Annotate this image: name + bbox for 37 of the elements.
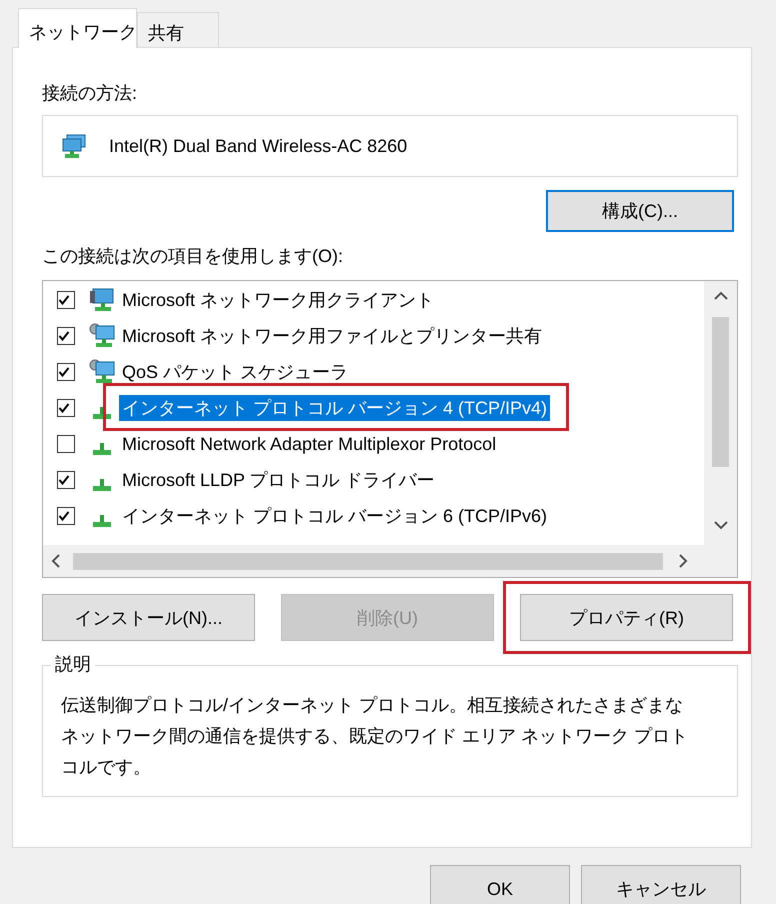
network-protocol-icon (93, 443, 111, 455)
checkbox[interactable] (57, 399, 75, 417)
cancel-button[interactable]: キャンセル (581, 865, 741, 904)
network-adapter-icon (61, 133, 87, 159)
list-item[interactable]: Microsoft ネットワーク用ファイルとプリンター共有 (119, 323, 546, 349)
adapter-name: Intel(R) Dual Band Wireless-AC 8260 (109, 136, 408, 156)
monitor-gear-icon (89, 323, 115, 349)
list-item[interactable]: Microsoft Network Adapter Multiplexor Protocol (119, 431, 500, 457)
checkbox[interactable] (57, 471, 75, 489)
ok-button[interactable]: OK (430, 865, 570, 904)
scroll-thumb[interactable] (73, 553, 663, 570)
tab[interactable]: ネットワーク (18, 8, 137, 48)
network-protocol-icon (93, 479, 111, 491)
checkbox[interactable] (57, 507, 75, 525)
checkbox[interactable] (57, 435, 75, 453)
network-protocol-icon (93, 407, 111, 419)
checkbox[interactable] (57, 291, 75, 309)
vertical-scrollbar[interactable] (704, 281, 737, 545)
monitor-icon (89, 287, 115, 313)
list-item[interactable]: インターネット プロトコル バージョン 6 (TCP/IPv6) (119, 503, 550, 529)
network-protocol-icon (93, 515, 111, 527)
list-item[interactable]: QoS パケット スケジューラ (119, 359, 352, 385)
section-label: この接続は次の項目を使用します(O): (42, 245, 343, 268)
checkbox[interactable] (57, 363, 75, 381)
configure-button[interactable]: 構成(C)... (546, 190, 734, 232)
section-label: 接続の方法: (42, 82, 138, 105)
description-text: 伝送制御プロトコル/インターネット プロトコル。相互接続されたさまざまなネットワーク間の通信を提供する、既定のワイド エリア ネットワーク プロトコルです。 (61, 694, 690, 779)
install-button[interactable]: インストール(N)... (42, 594, 255, 641)
properties-button[interactable]: プロパティ(R) (520, 594, 733, 641)
monitor-gear-icon (89, 359, 115, 385)
list-item[interactable]: インターネット プロトコル バージョン 4 (TCP/IPv4) (119, 395, 550, 421)
tab[interactable]: 共有 (137, 12, 219, 47)
horizontal-scrollbar[interactable] (43, 545, 737, 577)
list-item[interactable]: Microsoft LLDP プロトコル ドライバー (119, 467, 438, 493)
checkbox[interactable] (57, 327, 75, 345)
scroll-thumb[interactable] (712, 317, 729, 467)
list-item[interactable]: Microsoft ネットワーク用クライアント (119, 287, 438, 313)
